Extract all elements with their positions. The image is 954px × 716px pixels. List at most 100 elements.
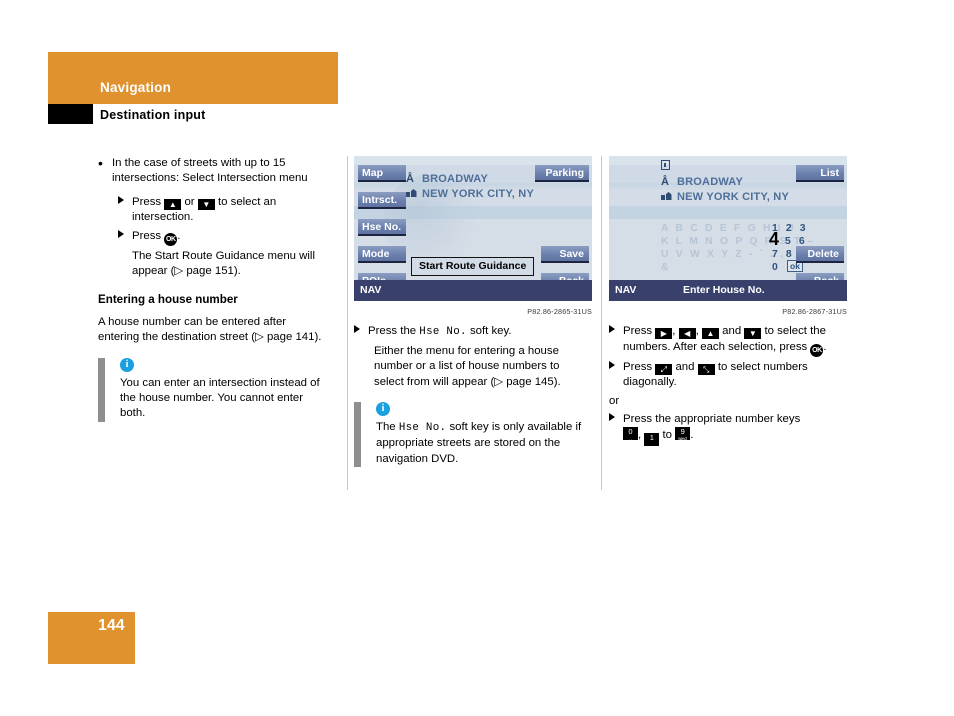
screen-band-top — [354, 156, 592, 165]
destination-city-row: NEW YORK CITY, NY — [661, 190, 789, 205]
house-number-row — [661, 160, 789, 175]
destination-street: BROADWAY — [677, 176, 743, 188]
step-text-post: . — [177, 229, 181, 242]
up-arrow-key-icon: ▲ — [164, 198, 182, 210]
step-item-text: Press the appropriate number keys 0 ␣, 1 … — [623, 412, 849, 447]
note-side-bar — [98, 357, 105, 422]
softkey-parking[interactable]: Parking — [535, 165, 589, 182]
softkey-mode[interactable]: Mode — [358, 246, 406, 263]
number-key-1-icon: 1 — [644, 433, 660, 447]
keyboard-selected-char[interactable]: 4 — [769, 230, 779, 248]
info-note-text: The Hse No. soft key is only available i… — [376, 420, 592, 467]
nav-screenshot-destination-menu: Å BROADWAY NEW YORK CITY, NY Map Intrsct… — [354, 156, 592, 319]
nav-status-bar: NAV — [354, 280, 592, 301]
nav-status-center: Enter House No. — [683, 284, 765, 296]
street-icon: Å — [661, 176, 670, 188]
step-text-post: soft key. — [469, 325, 512, 338]
house-number-icon — [661, 160, 677, 175]
step-text-pre: Press the appropriate number keys — [623, 413, 801, 426]
nav-status-left: NAV — [615, 284, 637, 296]
right-arrow-key-icon: ▶ — [655, 328, 673, 340]
softkey-map[interactable]: Map — [358, 165, 406, 182]
keyboard-letter-row[interactable]: U V W X Y Z - ` . , — [661, 248, 786, 261]
triangle-right-icon — [354, 324, 368, 340]
destination-street-row: Å BROADWAY — [661, 175, 789, 190]
up-arrow-key-icon: ▲ — [701, 328, 719, 340]
step-note-text: Either the menu for entering a house num… — [374, 344, 561, 388]
keyboard-letter-row[interactable]: & — [661, 261, 671, 274]
diagonal-up-arrow-key-icon: ⤡ — [697, 363, 715, 375]
softkey-delete[interactable]: Delete — [796, 246, 844, 263]
down-arrow-key-icon: ▼ — [197, 198, 215, 210]
column-divider-right — [601, 156, 602, 490]
step-item: Press the Hse No. soft key. — [354, 324, 592, 340]
figure-caption: P82.86-2865-31US — [527, 307, 592, 316]
softkey-save[interactable]: Save — [541, 246, 589, 263]
column-middle: Å BROADWAY NEW YORK CITY, NY Map Intrsct… — [354, 156, 592, 468]
section-marker-block — [48, 104, 93, 124]
step-text-pre: Press — [623, 360, 653, 373]
number-key-9-icon: 9 wxyz — [675, 427, 691, 441]
step-item-text: Press OK. — [132, 229, 330, 246]
step-text-mid: and — [675, 360, 695, 373]
softkey-name: Hse No. — [398, 422, 447, 435]
info-note: i The Hse No. soft key is only available… — [354, 402, 592, 468]
nav-screen: Å BROADWAY NEW YORK CITY, NY Map Intrsct… — [354, 156, 592, 301]
info-note: i You can enter an intersection instead … — [98, 357, 330, 422]
softkey-intrsct[interactable]: Intrsct. — [358, 192, 406, 209]
step-item: Press ▶, ◀, ▲ and ▼ to select the number… — [609, 324, 849, 357]
subheading: Entering a house number — [98, 293, 238, 307]
column-right: Å BROADWAY NEW YORK CITY, NY A B C D E F… — [609, 156, 849, 449]
step-note: The Start Route Guidance menu will appea… — [132, 249, 330, 280]
destination-street: BROADWAY — [422, 173, 488, 185]
paragraph: A house number can be entered after ente… — [98, 315, 322, 344]
keyboard-number-row[interactable]: 0 — [772, 261, 780, 274]
step-text-end: . — [690, 429, 694, 442]
step-text-pre: Press — [132, 195, 162, 208]
figure-caption: P82.86-2867-31US — [782, 307, 847, 316]
column-left: • In the case of streets with up to 15 i… — [98, 156, 330, 422]
step-note-text: The Start Route Guidance menu will appea… — [132, 249, 315, 278]
softkey-list[interactable]: List — [796, 165, 844, 182]
step-text-end: . — [823, 340, 827, 353]
left-arrow-key-icon: ◀ — [678, 328, 696, 340]
triangle-right-icon — [118, 229, 132, 246]
softkey-hse-no[interactable]: Hse No. — [358, 219, 406, 236]
info-text-pre: The — [376, 421, 396, 434]
step-item-text: Press ▶, ◀, ▲ and ▼ to select the number… — [623, 324, 849, 357]
nav-screen: Å BROADWAY NEW YORK CITY, NY A B C D E F… — [609, 156, 847, 301]
chapter-title: Navigation — [100, 80, 172, 95]
chapter-header-band — [48, 52, 338, 104]
or-text: or — [609, 394, 620, 407]
step-text-mid: or — [184, 195, 195, 208]
city-icon — [406, 187, 422, 202]
triangle-right-icon — [609, 360, 623, 391]
alternative-label: or — [609, 394, 849, 409]
note-side-bar — [354, 402, 361, 468]
destination-city: NEW YORK CITY, NY — [677, 191, 789, 203]
diagonal-down-arrow-key-icon: ⤢ — [655, 363, 673, 375]
destination-summary: Å BROADWAY NEW YORK CITY, NY — [661, 160, 789, 205]
list-item-text: In the case of streets with up to 15 int… — [112, 157, 308, 185]
triangle-right-icon — [609, 324, 623, 356]
step-item-text: Press the Hse No. soft key. — [368, 324, 592, 340]
nav-screenshot-house-number-entry: Å BROADWAY NEW YORK CITY, NY A B C D E F… — [609, 156, 847, 319]
bullet-dot-icon: • — [98, 155, 103, 171]
step-item: Press ⤢ and ⤡ to select numbers diagonal… — [609, 360, 849, 391]
column-divider-left — [347, 156, 348, 490]
destination-street-row: Å BROADWAY — [406, 172, 534, 187]
start-route-guidance-button[interactable]: Start Route Guidance — [411, 257, 535, 276]
triangle-right-icon — [609, 412, 623, 446]
nav-status-left: NAV — [360, 284, 382, 296]
step-item: Press ▲ or ▼ to select an intersection. — [118, 195, 330, 226]
screen-band-mid — [609, 206, 847, 219]
triangle-right-icon — [118, 195, 132, 226]
step-text-mid: and — [722, 325, 742, 338]
down-arrow-key-icon: ▼ — [744, 328, 762, 340]
step-item: Press the appropriate number keys 0 ␣, 1 … — [609, 412, 849, 447]
page-number: 144 — [98, 617, 125, 634]
city-icon — [661, 190, 677, 205]
street-icon: Å — [406, 173, 415, 185]
softkey-name: Hse No. — [419, 326, 467, 339]
info-note-text: You can enter an intersection instead of… — [120, 376, 320, 420]
